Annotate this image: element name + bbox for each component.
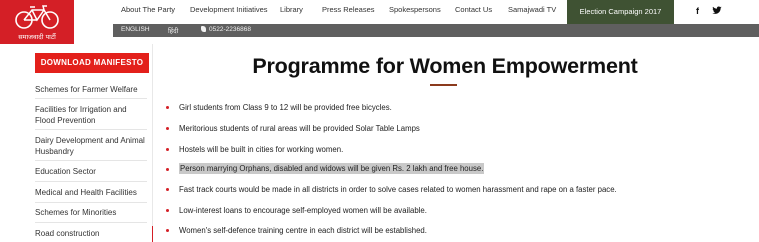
sidebar-item-minorities[interactable]: Schemes for Minorities <box>35 207 147 218</box>
download-manifesto-button[interactable]: DOWNLOAD MANIFESTO <box>35 53 149 73</box>
bullet-icon <box>166 209 169 212</box>
sidebar-divider <box>35 129 147 130</box>
bullet-icon <box>166 106 169 109</box>
sidebar-item-dairy[interactable]: Dairy Development and Animal Husbandry <box>35 135 147 157</box>
list-item-highlighted: Person marrying Orphans, disabled and wi… <box>179 163 485 174</box>
nav-election-campaign[interactable]: Election Campaign 2017 <box>567 0 674 24</box>
lang-hindi[interactable]: हिंदी <box>168 26 178 35</box>
list-item: Fast track courts would be made in all d… <box>179 185 617 194</box>
list-item: Low-interest loans to encourage self-emp… <box>179 206 427 215</box>
sidebar-item-road[interactable]: Road construction <box>35 228 147 239</box>
nav-press-releases[interactable]: Press Releases <box>322 5 375 14</box>
sidebar-divider <box>35 181 147 182</box>
phone-info: 0522-2236868 <box>201 26 251 33</box>
nav-about[interactable]: About The Party <box>121 5 175 14</box>
sidebar-border <box>152 44 153 242</box>
sidebar-divider <box>35 98 147 99</box>
facebook-icon[interactable]: f <box>696 6 699 16</box>
bullet-icon <box>166 168 169 171</box>
twitter-icon[interactable] <box>712 6 722 17</box>
sidebar-item-irrigation[interactable]: Facilities for Irrigation and Flood Prev… <box>35 104 147 126</box>
nav-spokespersons[interactable]: Spokespersons <box>389 5 441 14</box>
list-item: Meritorious students of rural areas will… <box>179 124 420 133</box>
list-item: Women's self-defence training centre in … <box>179 226 427 235</box>
lang-english[interactable]: ENGLISH <box>121 26 150 33</box>
list-item: Girl students from Class 9 to 12 will be… <box>179 103 392 112</box>
nav-contact[interactable]: Contact Us <box>455 5 492 14</box>
bicycle-icon <box>15 5 59 29</box>
selected-text: Person marrying Orphans, disabled and wi… <box>179 163 485 174</box>
nav-library[interactable]: Library <box>280 5 303 14</box>
party-logo[interactable]: समाजवादी पार्टी <box>0 0 74 44</box>
sidebar-divider <box>35 160 147 161</box>
bullet-icon <box>166 148 169 151</box>
party-name: समाजवादी पार्टी <box>18 33 56 41</box>
sidebar-divider <box>35 222 147 223</box>
bullet-icon <box>166 229 169 232</box>
sidebar-item-education[interactable]: Education Sector <box>35 166 147 177</box>
page-title: Programme for Women Empowerment <box>252 54 638 78</box>
title-underline <box>430 84 457 86</box>
sidebar-divider <box>35 202 147 203</box>
list-item: Hostels will be built in cities for work… <box>179 145 344 154</box>
phone-icon <box>201 26 206 32</box>
bullet-icon <box>166 188 169 191</box>
sidebar-border-accent <box>152 226 153 242</box>
top-nav: About The Party Development Initiatives … <box>0 0 759 24</box>
nav-development[interactable]: Development Initiatives <box>190 5 268 14</box>
sidebar-item-farmer-welfare[interactable]: Schemes for Farmer Welfare <box>35 84 147 95</box>
bullet-icon <box>166 127 169 130</box>
phone-number: 0522-2236868 <box>209 26 251 33</box>
nav-samajwadi-tv[interactable]: Samajwadi TV <box>508 5 556 14</box>
utility-bar: ENGLISH हिंदी 0522-2236868 <box>113 24 759 37</box>
sidebar-item-health[interactable]: Medical and Health Facilities <box>35 187 147 198</box>
